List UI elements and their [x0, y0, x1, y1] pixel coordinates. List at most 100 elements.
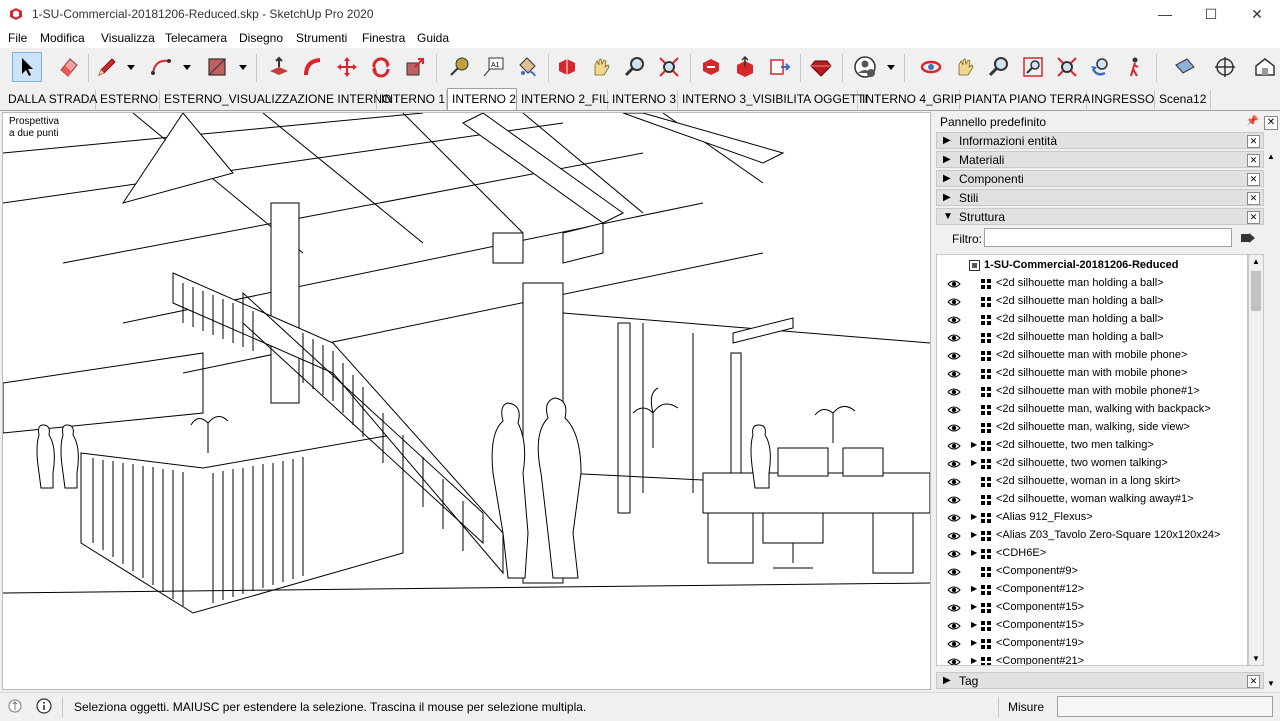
outliner-item[interactable]: <2d silhouette man, walking with backpac… — [937, 401, 1247, 419]
eye-visibility-icon[interactable] — [947, 657, 961, 666]
pan-tool-button[interactable] — [950, 52, 980, 82]
eye-visibility-icon[interactable] — [947, 459, 961, 469]
text-tool-button[interactable]: A1 — [478, 52, 508, 82]
tab-interno-2[interactable]: INTERNO 2 — [447, 88, 517, 110]
tab-ingresso[interactable]: INGRESSO — [1087, 90, 1155, 109]
eye-visibility-icon[interactable] — [947, 279, 961, 289]
outliner-options-icon[interactable] — [1240, 230, 1256, 246]
expand-arrow-icon[interactable]: ▶ — [971, 548, 977, 557]
close-section-icon[interactable]: ✕ — [1247, 211, 1260, 224]
paint-bucket-tool-button[interactable] — [512, 52, 542, 82]
outliner-item[interactable]: <2d silhouette man with mobile phone#1> — [937, 383, 1247, 401]
outliner-item[interactable]: <2d silhouette man holding a ball> — [937, 275, 1247, 293]
outliner-item[interactable]: <2d silhouette, woman in a long skirt> — [937, 473, 1247, 491]
tab-esterno[interactable]: ESTERNO — [96, 90, 160, 109]
eye-visibility-icon[interactable] — [947, 351, 961, 361]
tab-dalla-strada[interactable]: DALLA STRADA — [4, 90, 97, 109]
eye-visibility-icon[interactable] — [947, 423, 961, 433]
section-tags[interactable]: ▶ Tag ✕ — [936, 672, 1264, 689]
section-styles[interactable]: ▶ Stili ✕ — [936, 189, 1264, 206]
chevron-up-icon[interactable]: ▲ — [1252, 257, 1260, 266]
share-model-tool-button[interactable] — [696, 52, 726, 82]
chevron-down-icon[interactable] — [238, 62, 248, 72]
close-section-icon[interactable]: ✕ — [1247, 135, 1260, 148]
geo-location-icon[interactable] — [8, 699, 22, 713]
menu-visualizza[interactable]: Visualizza — [101, 31, 155, 45]
outliner-item[interactable]: <2d silhouette man with mobile phone> — [937, 347, 1247, 365]
position-camera-tool-button[interactable] — [1210, 52, 1240, 82]
outliner-item[interactable]: ▶ <Component#21> — [937, 653, 1247, 666]
tab-interno-3-visibilita-oggetti[interactable]: INTERNO 3_VISIBILITA OGGETTI — [678, 90, 868, 109]
outliner-item[interactable]: <2d silhouette, woman walking away#1> — [937, 491, 1247, 509]
section-materials[interactable]: ▶ Materiali ✕ — [936, 151, 1264, 168]
orbit-tool-button[interactable] — [916, 52, 946, 82]
tab-interno-1[interactable]: INTERNO 1 — [377, 90, 447, 109]
measurements-input[interactable] — [1057, 696, 1273, 717]
account-tool-button[interactable] — [850, 52, 880, 82]
close-section-icon[interactable]: ✕ — [1247, 173, 1260, 186]
eye-visibility-icon[interactable] — [947, 333, 961, 343]
eye-visibility-icon[interactable] — [947, 531, 961, 541]
expand-arrow-icon[interactable]: ▶ — [971, 638, 977, 647]
section-components[interactable]: ▶ Componenti ✕ — [936, 170, 1264, 187]
rotate-tool-button[interactable] — [366, 52, 396, 82]
components-tool-button[interactable] — [552, 52, 582, 82]
move-tool-button[interactable] — [332, 52, 362, 82]
eye-visibility-icon[interactable] — [947, 387, 961, 397]
tab-interno-2-fil[interactable]: INTERNO 2_FIL — [517, 90, 609, 109]
eye-visibility-icon[interactable] — [947, 549, 961, 559]
menu-guida[interactable]: Guida — [417, 31, 449, 45]
eye-visibility-icon[interactable] — [947, 495, 961, 505]
tab-esterno-visualizzazione-interno[interactable]: ESTERNO_VISUALIZZAZIONE INTERNO — [160, 90, 391, 109]
eye-visibility-icon[interactable] — [947, 405, 961, 415]
eye-visibility-icon[interactable] — [947, 639, 961, 649]
panel-scrollbar[interactable]: ▲ ▼ — [1264, 150, 1280, 690]
extension-warehouse-tool-button[interactable] — [764, 52, 794, 82]
outliner-item[interactable]: ▶ <Alias Z03_Tavolo Zero-Square 120x120x2… — [937, 527, 1247, 545]
select-tool-button[interactable] — [12, 52, 42, 82]
follow-me-tool-button[interactable] — [298, 52, 328, 82]
eye-visibility-icon[interactable] — [947, 369, 961, 379]
line-tool-button[interactable] — [92, 52, 122, 82]
maximize-button[interactable]: ☐ — [1188, 0, 1234, 28]
menu-strumenti[interactable]: Strumenti — [296, 31, 347, 45]
expand-arrow-icon[interactable]: ▶ — [971, 620, 977, 629]
expand-arrow-icon[interactable]: ▶ — [971, 530, 977, 539]
outliner-root[interactable]: 1-SU-Commercial-20181206-Reduced — [937, 257, 1247, 275]
outliner-scrollbar[interactable]: ▲ ▼ — [1248, 254, 1264, 666]
outliner-item[interactable]: <2d silhouette man holding a ball> — [937, 311, 1247, 329]
outliner-item[interactable]: ▶ <2d silhouette, two women talking> — [937, 455, 1247, 473]
outliner-item[interactable]: ▶ <2d silhouette, two men talking> — [937, 437, 1247, 455]
expand-arrow-icon[interactable]: ▶ — [971, 440, 977, 449]
eye-visibility-icon[interactable] — [947, 585, 961, 595]
scrollbar-thumb[interactable] — [1251, 271, 1261, 311]
outliner-item[interactable]: <2d silhouette man with mobile phone> — [937, 365, 1247, 383]
zoom-extents-tool-button[interactable] — [1052, 52, 1082, 82]
outliner-item[interactable]: ▶ <Component#19> — [937, 635, 1247, 653]
outliner-item[interactable]: ▶ <Component#15> — [937, 599, 1247, 617]
section-entity-info[interactable]: ▶ Informazioni entità ✕ — [936, 132, 1264, 149]
close-section-icon[interactable]: ✕ — [1247, 192, 1260, 205]
eye-visibility-icon[interactable] — [947, 513, 961, 523]
menu-modifica[interactable]: Modifica — [40, 31, 85, 45]
outliner-item[interactable]: ▶ <Component#12> — [937, 581, 1247, 599]
expand-arrow-icon[interactable]: ▶ — [971, 458, 977, 467]
tab-interno-3[interactable]: INTERNO 3 — [608, 90, 678, 109]
outliner-item[interactable]: <Component#9> — [937, 563, 1247, 581]
warehouse-tool-button[interactable] — [586, 52, 616, 82]
zoom-extents-warehouse-button[interactable] — [654, 52, 684, 82]
previous-view-tool-button[interactable] — [1086, 52, 1116, 82]
tab-interno-4-grip[interactable]: INTERNO 4_GRIP — [858, 90, 962, 109]
model-viewport[interactable]: Prospettiva a due punti — [2, 112, 931, 690]
eye-visibility-icon[interactable] — [947, 441, 961, 451]
close-section-icon[interactable]: ✕ — [1247, 154, 1260, 167]
ruby-console-tool-button[interactable] — [806, 52, 836, 82]
look-around-tool-button[interactable] — [1250, 52, 1280, 82]
eye-visibility-icon[interactable] — [947, 315, 961, 325]
zoom-window-tool-button[interactable] — [1018, 52, 1048, 82]
expand-arrow-icon[interactable]: ▶ — [971, 602, 977, 611]
search-warehouse-tool-button[interactable] — [620, 52, 650, 82]
expand-arrow-icon[interactable]: ▶ — [971, 656, 977, 665]
outliner-item[interactable]: ▶ <Component#15> — [937, 617, 1247, 635]
scale-tool-button[interactable] — [400, 52, 430, 82]
